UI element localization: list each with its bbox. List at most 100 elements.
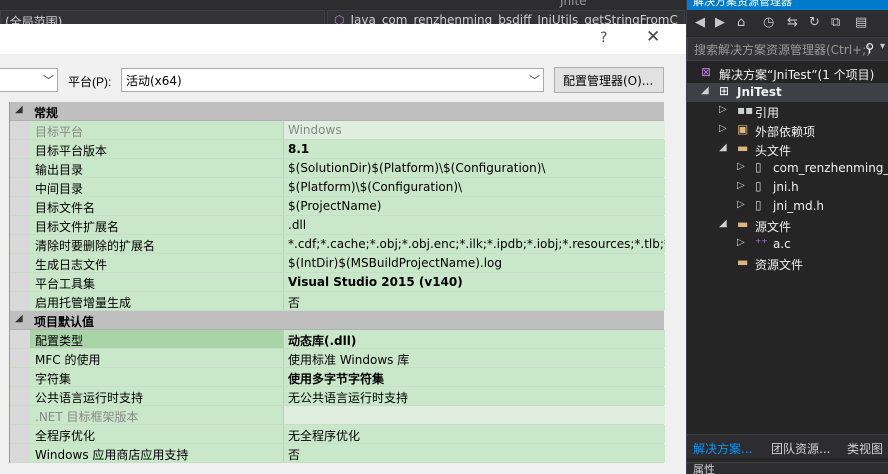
row-gutter [10, 273, 30, 291]
property-value[interactable]: $(IntDir)$(MSBuildProjectName).log [284, 254, 665, 272]
expand-arrow-icon[interactable]: ▷ [737, 180, 745, 191]
tree-item[interactable]: ▷ ▯ com_renzhenming_bsdiff_JniUtils.h [687, 159, 888, 178]
sync-icon[interactable]: ⇆ [787, 15, 798, 30]
expand-arrow-icon[interactable]: ▷ [719, 104, 727, 115]
row-gutter [10, 159, 30, 177]
tree-item[interactable]: ▷ ▣ 外部依赖项 [687, 121, 888, 140]
forward-icon[interactable]: ▶ [715, 15, 725, 30]
property-name: 输出目录 [30, 159, 284, 177]
property-value[interactable]: 使用多字节字符集 [284, 368, 665, 386]
close-button[interactable]: ✕ [646, 27, 660, 47]
property-value[interactable]: $(ProjectName) [284, 197, 665, 215]
search-input[interactable]: 搜索解决方案资源管理器(Ctrl+;) ⚲ ▾ [687, 37, 888, 61]
section-label: 项目默认值 [34, 315, 95, 329]
chevron-down-icon[interactable]: ▾ [880, 41, 885, 52]
row-gutter [10, 387, 30, 405]
dialog-titlebar: ? ✕ [0, 24, 686, 54]
pending-changes-icon[interactable]: ◷ [763, 15, 774, 30]
panel-tab[interactable]: 团队资源... [771, 440, 830, 457]
property-value[interactable]: Visual Studio 2015 (v140) [284, 273, 665, 291]
property-row[interactable]: 输出目录 $(SolutionDir)$(Platform)\$(Configur… [10, 159, 665, 178]
tree-item[interactable]: ▷ ▪▪ 引用 [687, 102, 888, 121]
property-section[interactable]: ◢ 常规 [10, 102, 664, 121]
row-gutter [10, 368, 30, 386]
expand-arrow-icon[interactable]: ◢ [701, 85, 709, 96]
search-icon[interactable]: ⚲ [865, 41, 874, 55]
tree-item[interactable]: ⊠ 解决方案“JniTest”(1 个项目) [687, 64, 888, 83]
property-value[interactable] [284, 406, 665, 424]
collapse-icon[interactable]: ◢ [15, 104, 23, 115]
property-row[interactable]: 目标平台 Windows [10, 121, 665, 140]
tree-item[interactable]: ▷ ▯ jni.h [687, 178, 888, 197]
show-all-files-icon[interactable]: ▤ [855, 15, 867, 30]
tree-item[interactable]: ◢ ▬ 源文件 [687, 216, 888, 235]
property-value[interactable]: *.cdf;*.cache;*.obj;*.obj.enc;*.ilk;*.ip… [284, 235, 665, 253]
property-row[interactable]: 公共语言运行时支持 无公共语言运行时支持 [10, 387, 665, 406]
property-row[interactable]: 中间目录 $(Platform)\$(Configuration)\ [10, 178, 665, 197]
panel-tab[interactable]: 解决方案... [693, 440, 752, 457]
expand-arrow-icon[interactable]: ▷ [737, 237, 745, 248]
help-button[interactable]: ? [600, 30, 607, 46]
property-row[interactable]: 目标文件名 $(ProjectName) [10, 197, 665, 216]
row-gutter [10, 235, 30, 253]
expand-arrow-icon[interactable]: ◢ [719, 218, 727, 229]
row-gutter [10, 140, 30, 158]
property-row[interactable]: Windows 应用商店应用支持否 [10, 444, 665, 463]
property-row[interactable]: 平台工具集 Visual Studio 2015 (v140) [10, 273, 665, 292]
property-name: 字符集 [30, 368, 284, 386]
tree-item[interactable]: ▷ ▯ jni_md.h [687, 197, 888, 216]
configuration-dropdown[interactable]: ﹀ [0, 68, 58, 92]
property-value[interactable]: $(SolutionDir)$(Platform)\$(Configuratio… [284, 159, 665, 177]
solution-tree: ⊠ 解决方案“JniTest”(1 个项目) ◢ ⊞ JniTest ▷ ▪▪ 引用 ▷ ▣ 外部依… [687, 64, 888, 273]
expand-arrow-icon[interactable]: ◢ [719, 142, 727, 153]
property-name: 全程序优化 [30, 425, 284, 443]
property-row[interactable]: .NET 目标框架版本 [10, 406, 665, 425]
property-value[interactable]: 否 [284, 444, 665, 462]
property-row[interactable]: 生成日志文件 $(IntDir)$(MSBuildProjectName).log [10, 254, 665, 273]
panel-tab[interactable]: 类视图 [847, 440, 883, 457]
property-name: 生成日志文件 [30, 254, 284, 272]
tree-item[interactable]: ▬ 资源文件 [687, 254, 888, 273]
tree-item[interactable]: ◢ ▬ 头文件 [687, 140, 888, 159]
refresh-icon[interactable]: ↻ [809, 15, 820, 30]
header-file-icon: ▯ [755, 198, 762, 212]
expand-arrow-icon[interactable]: ▷ [737, 199, 745, 210]
property-value[interactable]: 8.1 [284, 140, 665, 158]
property-row[interactable]: 字符集 使用多字节字符集 [10, 368, 665, 387]
property-value[interactable]: Windows [284, 121, 665, 139]
panel-tabs: 解决方案... 团队资源... 类视图 [687, 434, 888, 458]
row-gutter [10, 216, 30, 234]
folder-icon: ▬ [737, 141, 749, 155]
collapse-icon[interactable]: ◢ [15, 313, 23, 324]
home-icon[interactable]: ⌂ [737, 15, 745, 30]
property-value[interactable]: 动态库(.dll) [284, 330, 665, 348]
property-name: 目标平台版本 [30, 140, 284, 158]
platform-dropdown[interactable]: 活动(x64) ﹀ [121, 68, 544, 92]
collapse-all-icon[interactable]: ⧉ [831, 15, 840, 30]
solution-explorer-panel: 解决方案资源管理器 ◀ ▶ ⌂ ◷ ⇆ ↻ ⧉ ▤ 搜索解决方案资源管理器(Ct… [686, 0, 888, 474]
property-value[interactable]: .dll [284, 216, 665, 234]
property-row[interactable]: 全程序优化 无全程序优化 [10, 425, 665, 444]
back-icon[interactable]: ◀ [695, 15, 705, 30]
property-row[interactable]: 清除时要删除的扩展名 *.cdf;*.cache;*.obj;*.obj.enc;… [10, 235, 665, 254]
property-value[interactable]: 无全程序优化 [284, 425, 665, 443]
property-value[interactable]: $(Platform)\$(Configuration)\ [284, 178, 665, 196]
property-name: 启用托管增量生成 [30, 292, 284, 310]
tree-item[interactable]: ▷ ⁺⁺ a.c [687, 235, 888, 254]
property-value[interactable]: 无公共语言运行时支持 [284, 387, 665, 405]
configuration-manager-button[interactable]: 配置管理器(O)... [554, 67, 664, 93]
property-row[interactable]: 目标平台版本 8.1 [10, 140, 665, 159]
property-row[interactable]: 目标文件扩展名 .dll [10, 216, 665, 235]
expand-arrow-icon[interactable]: ▷ [719, 123, 727, 134]
property-name: Windows 应用商店应用支持 [30, 444, 284, 462]
property-value[interactable]: 否 [284, 292, 665, 310]
property-row[interactable]: MFC 的使用 使用标准 Windows 库 [10, 349, 665, 368]
property-value[interactable]: 使用标准 Windows 库 [284, 349, 665, 367]
property-row[interactable]: 启用托管增量生成否 [10, 292, 665, 311]
tree-item[interactable]: ◢ ⊞ JniTest [687, 83, 888, 102]
platform-dropdown-value: 活动(x64) [126, 74, 182, 88]
property-row[interactable]: 配置类型 动态库(.dll) [10, 330, 665, 349]
expand-arrow-icon[interactable]: ▷ [737, 161, 745, 172]
property-section[interactable]: ◢ 项目默认值 [10, 311, 664, 330]
property-name: 目标平台 [30, 121, 284, 139]
